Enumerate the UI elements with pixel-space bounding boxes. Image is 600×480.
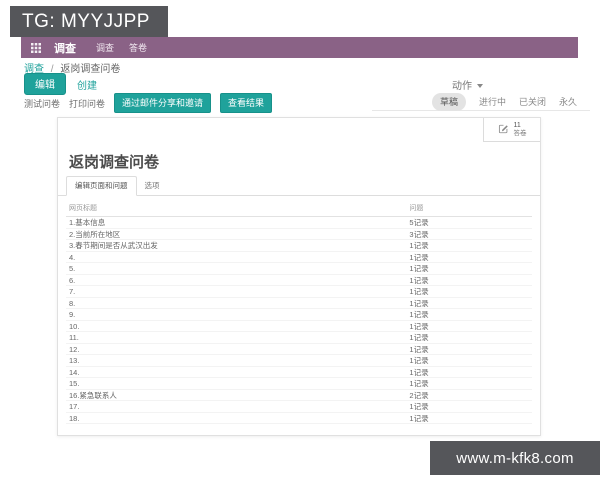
cell-question-count: 1记录 [409,241,429,250]
cell-page-title: 14. [69,367,80,377]
site-watermark-banner: www.m-kfk8.com [430,441,600,475]
cell-page-title: 1.基本信息 [69,218,106,227]
table-row[interactable]: 6. 1记录 [66,275,532,286]
cell-question-count: 1记录 [409,298,429,308]
tab-0[interactable]: 编辑页面和问题 [66,176,137,196]
cell-page-title: 3.春节期间是否从武汉出发 [69,241,158,250]
apps-grid-icon[interactable] [31,42,41,53]
status-state-1[interactable]: 进行中 [479,95,506,108]
cell-page-title: 10. [69,321,80,331]
cell-page-title: 7. [69,287,76,296]
table-row[interactable]: 7. 1记录 [66,286,532,298]
action-dropdown-label: 动作 [452,81,472,92]
toolbar-button-3[interactable]: 查看结果 [220,93,273,113]
navbar: 调查 调查 答卷 [21,37,578,58]
column-questions: 问题 [409,205,424,212]
cell-question-count: 1记录 [409,310,429,319]
cell-question-count: 1记录 [409,275,429,285]
cell-question-count: 3记录 [409,229,429,239]
cell-question-count: 1记录 [409,367,429,377]
nav-menu-0[interactable]: 调查 [96,41,114,54]
cell-page-title: 17. [69,402,80,411]
cell-page-title: 2.当前所在地区 [69,229,121,239]
cell-question-count: 1记录 [409,379,429,388]
table-row[interactable]: 14. 1记录 [66,367,532,378]
page: TG: MYYJJPP 调查 调查 答卷 调查 / 返岗调查问卷 编辑 创建 动作… [0,0,600,480]
answers-smart-button[interactable]: 11 答卷 [483,118,540,142]
cell-question-count: 5记录 [409,218,429,227]
cell-question-count: 1记录 [409,252,429,262]
cell-question-count: 1记录 [409,333,429,342]
statusbar: 草稿 进行中 已关闭 永久 [372,92,590,111]
cell-page-title: 12. [69,344,80,354]
toolbar-button-0[interactable]: 测试问卷 [24,97,60,110]
cell-page-title: 15. [69,379,80,388]
tg-watermark-banner: TG: MYYJJPP [10,6,168,37]
toolbar: 测试问卷 打印问卷 通过邮件分享和邀请 查看结果 [24,93,273,113]
cell-page-title: 4. [69,252,76,262]
smart-button-text: 11 答卷 [514,122,527,138]
status-state-2[interactable]: 已关闭 [519,95,546,108]
status-state-3[interactable]: 永久 [559,95,577,108]
table-header: 网页标题 问题 [66,201,532,217]
cell-question-count: 1记录 [409,356,429,365]
cell-page-title: 5. [69,264,76,273]
tab-1[interactable]: 选项 [137,177,168,195]
table-row[interactable]: 18. 1记录 [66,413,532,424]
cell-page-title: 16.紧急联系人 [69,390,117,400]
app-title[interactable]: 调查 [54,40,76,56]
table-row[interactable]: 5. 1记录 [66,263,532,275]
cell-page-title: 6. [69,275,76,285]
action-dropdown[interactable]: 动作 [452,77,483,92]
cell-page-title: 9. [69,310,76,319]
toolbar-button-1[interactable]: 打印问卷 [69,97,105,110]
pages-table: 网页标题 问题 1.基本信息 5记录 2.当前所在地区 3记录 3.春节期间是否从武汉出… [66,201,532,424]
cell-page-title: 18. [69,413,80,423]
table-row[interactable]: 11. 1记录 [66,332,532,344]
table-row[interactable]: 3.春节期间是否从武汉出发 1记录 [66,240,532,252]
survey-title: 返岗调查问卷 [69,154,160,171]
control-panel-buttons: 编辑 创建 [24,73,97,95]
edit-button[interactable]: 编辑 [24,73,66,95]
form-sheet: 11 答卷 返岗调查问卷 编辑页面和问题 选项 网页标题 问题 1.基本信息 5记录… [57,117,541,436]
table-row[interactable]: 17. 1记录 [66,401,532,413]
table-row[interactable]: 16.紧急联系人 2记录 [66,390,532,401]
table-row[interactable]: 12. 1记录 [66,344,532,355]
table-row[interactable]: 4. 1记录 [66,252,532,263]
table-row[interactable]: 10. 1记录 [66,321,532,332]
column-page-title: 网页标题 [69,205,97,212]
cell-question-count: 1记录 [409,321,429,331]
table-row[interactable]: 15. 1记录 [66,378,532,390]
answers-label: 答卷 [513,129,527,137]
cell-question-count: 1记录 [409,287,429,296]
cell-page-title: 8. [69,298,76,308]
cell-question-count: 1记录 [409,413,429,423]
create-button[interactable]: 创建 [77,77,97,92]
table-row[interactable]: 2.当前所在地区 3记录 [66,229,532,240]
cell-question-count: 1记录 [409,264,429,273]
edit-note-icon [498,121,509,139]
notebook-tabs: 编辑页面和问题 选项 [58,176,540,196]
nav-menu-1[interactable]: 答卷 [129,41,147,54]
cell-question-count: 1记录 [409,402,429,411]
table-row[interactable]: 1.基本信息 5记录 [66,217,532,229]
table-row[interactable]: 9. 1记录 [66,309,532,321]
cell-question-count: 1记录 [409,344,429,354]
caret-down-icon [477,84,483,89]
answers-count: 11 [513,121,521,129]
table-row[interactable]: 8. 1记录 [66,298,532,309]
cell-page-title: 11. [69,333,79,342]
toolbar-button-2[interactable]: 通过邮件分享和邀请 [114,93,212,113]
cell-question-count: 2记录 [409,390,429,400]
table-row[interactable]: 13. 1记录 [66,355,532,367]
table-body: 1.基本信息 5记录 2.当前所在地区 3记录 3.春节期间是否从武汉出发 1记录 4. 1记… [66,217,532,424]
status-state-0[interactable]: 草稿 [431,92,466,111]
nav-menus: 调查 答卷 [96,41,147,54]
cell-page-title: 13. [69,356,80,365]
